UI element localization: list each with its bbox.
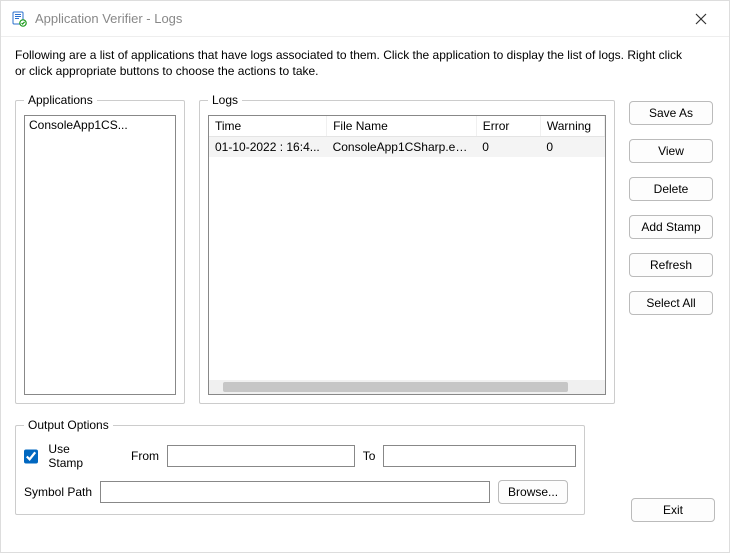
logs-table[interactable]: Time File Name Error Warning 01-10-2022 … bbox=[209, 116, 605, 157]
to-label: To bbox=[363, 449, 376, 463]
delete-button[interactable]: Delete bbox=[629, 177, 713, 201]
from-input[interactable] bbox=[167, 445, 355, 467]
use-stamp-checkbox[interactable] bbox=[24, 449, 38, 464]
view-button[interactable]: View bbox=[629, 139, 713, 163]
exit-row: Exit bbox=[631, 498, 715, 522]
logs-legend: Logs bbox=[208, 93, 242, 107]
main-row: Applications ConsoleApp1CS... Logs Time bbox=[15, 93, 715, 404]
dialog-window: Application Verifier - Logs Following ar… bbox=[0, 0, 730, 553]
content-area: Following are a list of applications tha… bbox=[1, 37, 729, 552]
col-time[interactable]: Time bbox=[209, 116, 327, 137]
symbol-path-input[interactable] bbox=[100, 481, 490, 503]
add-stamp-button[interactable]: Add Stamp bbox=[629, 215, 713, 239]
browse-button[interactable]: Browse... bbox=[498, 480, 568, 504]
from-label: From bbox=[131, 449, 159, 463]
col-warning[interactable]: Warning bbox=[540, 116, 604, 137]
output-options-legend: Output Options bbox=[24, 418, 113, 432]
logs-table-container: Time File Name Error Warning 01-10-2022 … bbox=[208, 115, 606, 395]
instructions-text: Following are a list of applications tha… bbox=[15, 47, 715, 79]
symbol-path-label: Symbol Path bbox=[24, 485, 92, 499]
window-title: Application Verifier - Logs bbox=[35, 11, 683, 26]
app-icon bbox=[11, 11, 27, 27]
scrollbar-thumb[interactable] bbox=[223, 382, 568, 392]
applications-legend: Applications bbox=[24, 93, 97, 107]
logs-group: Logs Time File Name Error Warning bbox=[199, 93, 615, 404]
cell-error: 0 bbox=[476, 137, 540, 158]
to-input[interactable] bbox=[383, 445, 576, 467]
select-all-button[interactable]: Select All bbox=[629, 291, 713, 315]
horizontal-scrollbar[interactable] bbox=[209, 380, 605, 394]
refresh-button[interactable]: Refresh bbox=[629, 253, 713, 277]
button-column: Save As View Delete Add Stamp Refresh Se… bbox=[629, 93, 715, 315]
output-row-1: Use Stamp From To bbox=[24, 440, 576, 476]
table-header-row: Time File Name Error Warning bbox=[209, 116, 605, 137]
exit-button[interactable]: Exit bbox=[631, 498, 715, 522]
close-button[interactable] bbox=[683, 5, 719, 33]
output-options-group: Output Options Use Stamp From To Symbol … bbox=[15, 418, 585, 515]
col-error[interactable]: Error bbox=[476, 116, 540, 137]
cell-time: 01-10-2022 : 16:4... bbox=[209, 137, 327, 158]
cell-warning: 0 bbox=[540, 137, 604, 158]
table-row[interactable]: 01-10-2022 : 16:4... ConsoleApp1CSharp.e… bbox=[209, 137, 605, 158]
use-stamp-label: Use Stamp bbox=[48, 442, 105, 470]
col-file[interactable]: File Name bbox=[327, 116, 477, 137]
applications-group: Applications ConsoleApp1CS... bbox=[15, 93, 185, 404]
output-row-2: Symbol Path Browse... bbox=[24, 476, 576, 506]
cell-file: ConsoleApp1CSharp.ex... bbox=[327, 137, 477, 158]
save-as-button[interactable]: Save As bbox=[629, 101, 713, 125]
titlebar: Application Verifier - Logs bbox=[1, 1, 729, 37]
applications-list[interactable]: ConsoleApp1CS... bbox=[24, 115, 176, 395]
list-item[interactable]: ConsoleApp1CS... bbox=[25, 116, 175, 134]
